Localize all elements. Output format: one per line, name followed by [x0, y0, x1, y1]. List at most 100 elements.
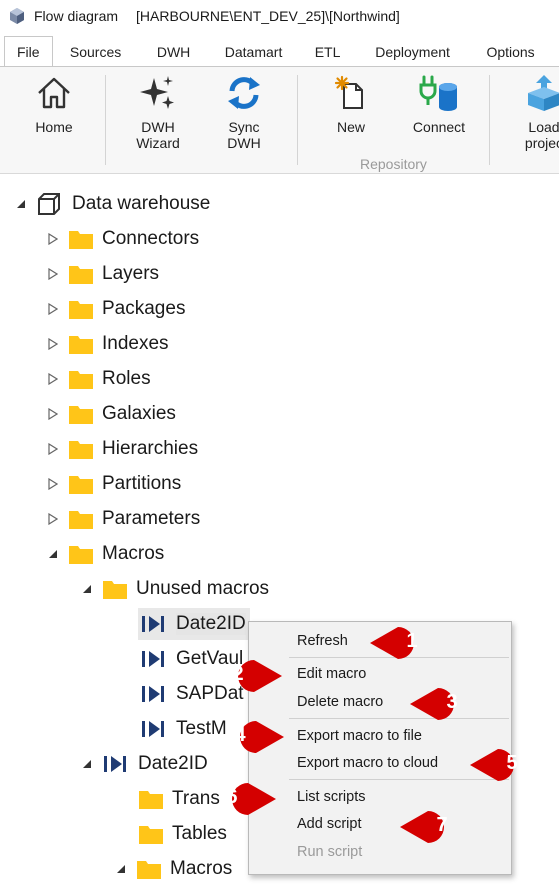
tree-node-layers[interactable]: Layers [46, 258, 159, 290]
callout-marker-6: 6 [218, 780, 276, 818]
menu-item-run-script: Run script [297, 844, 363, 860]
tree-label: Layers [102, 263, 160, 284]
macro-play-icon [104, 756, 126, 772]
folder-icon [69, 371, 93, 389]
ribbon: Home DWH Wizard Sync DWH New Connect Rep… [0, 66, 559, 174]
home-button[interactable]: Home [26, 73, 82, 135]
tree-node-unused-macros[interactable]: Unused macros [80, 573, 269, 605]
tree-label: Indexes [102, 333, 169, 354]
menu-item-list-scripts[interactable]: List scripts [297, 789, 366, 805]
tree-node-macro-testm[interactable]: TestM [140, 713, 227, 745]
tab-dwh[interactable]: DWH [139, 38, 209, 66]
new-document-icon [334, 75, 363, 109]
tab-datamart[interactable]: Datamart [209, 38, 299, 66]
folder-icon [139, 826, 163, 844]
expanded-arrow-icon[interactable] [80, 759, 94, 769]
tree-label: Date2ID [138, 753, 208, 774]
sync-dwh-button[interactable]: Sync DWH [212, 73, 276, 151]
folder-icon [103, 581, 127, 599]
tree-node-transformations[interactable]: Trans [138, 783, 220, 815]
tree-node-galaxies[interactable]: Galaxies [46, 398, 176, 430]
collapsed-arrow-icon[interactable] [46, 443, 60, 455]
home-label: Home [35, 119, 73, 135]
tree-label: TestM [176, 718, 227, 739]
repository-group-label: Repository [360, 156, 427, 172]
expanded-arrow-icon[interactable] [114, 864, 128, 874]
tab-sources[interactable]: Sources [53, 38, 139, 66]
collapsed-arrow-icon[interactable] [46, 268, 60, 280]
tab-file[interactable]: File [4, 36, 53, 66]
tree-node-roles[interactable]: Roles [46, 363, 151, 395]
menu-item-export-macro-file[interactable]: Export macro to file [297, 728, 422, 744]
expanded-arrow-icon[interactable] [46, 549, 60, 559]
tree-node-date2id[interactable]: Date2ID [80, 748, 208, 780]
callout-number: 4 [234, 724, 246, 746]
dwh-wizard-label-2: Wizard [136, 135, 180, 151]
sync-dwh-label-1: Sync [228, 119, 260, 135]
tree-node-parameters[interactable]: Parameters [46, 503, 200, 535]
folder-icon [69, 546, 93, 564]
callout-number: 3 [446, 691, 458, 713]
ribbon-separator [297, 75, 298, 165]
collapsed-arrow-icon[interactable] [46, 478, 60, 490]
callout-number: 6 [226, 786, 238, 808]
connect-button[interactable]: Connect [404, 73, 474, 135]
menu-item-delete-macro[interactable]: Delete macro [297, 694, 383, 710]
macro-play-icon [142, 721, 164, 737]
expanded-arrow-icon[interactable] [80, 584, 94, 594]
tree-label: Macros [102, 543, 165, 564]
collapsed-arrow-icon[interactable] [46, 303, 60, 315]
title-bar: Flow diagram [HARBOURNE\ENT_DEV_25]\[Nor… [0, 0, 559, 32]
cube-icon [38, 193, 60, 215]
tree-node-connectors[interactable]: Connectors [46, 223, 199, 255]
dwh-wizard-button[interactable]: DWH Wizard [126, 73, 190, 151]
macro-play-icon [142, 651, 164, 667]
menu-item-export-macro-cloud[interactable]: Export macro to cloud [297, 755, 438, 771]
connect-label: Connect [412, 119, 466, 135]
folder-icon [69, 266, 93, 284]
tree-node-tables[interactable]: Tables [138, 818, 227, 850]
tree-node-packages[interactable]: Packages [46, 293, 185, 325]
new-button[interactable]: New [324, 73, 378, 135]
tab-etl[interactable]: ETL [299, 38, 357, 66]
menu-item-refresh[interactable]: Refresh [297, 633, 348, 649]
tree-node-data-warehouse[interactable]: Data warehouse [14, 188, 210, 220]
collapsed-arrow-icon[interactable] [46, 513, 60, 525]
load-project-label-2: projec [524, 135, 559, 151]
collapsed-arrow-icon[interactable] [46, 373, 60, 385]
dwh-wizard-label-1: DWH [141, 119, 175, 135]
tree-label: Macros [170, 858, 233, 879]
folder-icon [69, 336, 93, 354]
callout-number: 5 [506, 752, 518, 774]
folder-icon [69, 301, 93, 319]
tree-node-indexes[interactable]: Indexes [46, 328, 169, 360]
app-logo-icon [10, 8, 24, 24]
plug-database-icon [419, 75, 457, 111]
window-title: Flow diagram [34, 8, 119, 24]
tree-node-partitions[interactable]: Partitions [46, 468, 181, 500]
tree-node-macro-date2id[interactable]: Date2ID [138, 608, 250, 640]
expanded-arrow-icon[interactable] [14, 199, 28, 209]
tree-node-macros[interactable]: Macros [46, 538, 164, 570]
tree-label: Hierarchies [102, 438, 199, 459]
home-icon [38, 77, 70, 109]
tree-node-hierarchies[interactable]: Hierarchies [46, 433, 198, 465]
tab-options[interactable]: Options [469, 38, 553, 66]
tree-label: Trans [172, 788, 220, 809]
collapsed-arrow-icon[interactable] [46, 408, 60, 420]
collapsed-arrow-icon[interactable] [46, 233, 60, 245]
load-project-label-1: Load [528, 119, 559, 135]
app-window: Flow diagram [HARBOURNE\ENT_DEV_25]\[Nor… [0, 0, 559, 885]
collapsed-arrow-icon[interactable] [46, 338, 60, 350]
new-label: New [336, 119, 365, 135]
callout-marker-5: 5 [470, 746, 524, 784]
tab-deployment[interactable]: Deployment [357, 38, 469, 66]
menu-item-edit-macro[interactable]: Edit macro [297, 666, 366, 682]
load-project-button[interactable]: Load projec [516, 73, 559, 151]
folder-icon [69, 476, 93, 494]
menu-item-add-script[interactable]: Add script [297, 816, 361, 832]
connection-label: [HARBOURNE\ENT_DEV_25]\[Northwind] [136, 8, 400, 24]
tree-label: Unused macros [136, 578, 270, 599]
tree-node-sub-macros[interactable]: Macros [114, 853, 232, 885]
callout-marker-2: 2 [224, 657, 282, 695]
